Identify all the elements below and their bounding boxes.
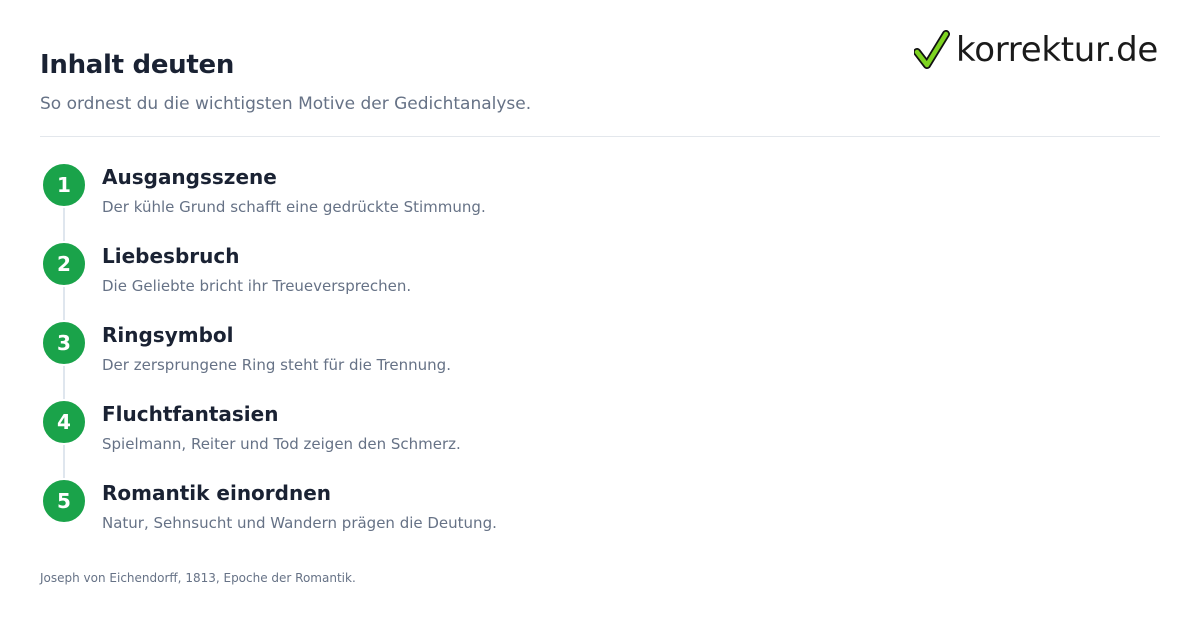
step-title: Liebesbruch [102,244,240,268]
page-subtitle: So ordnest du die wichtigsten Motive der… [40,94,532,114]
footnote: Joseph von Eichendorff, 1813, Epoche der… [40,571,356,585]
brand-logo[interactable]: korrektur.de [914,30,1158,70]
step-number-badge: 2 [41,241,87,287]
step-title: Romantik einordnen [102,481,332,505]
step-title: Fluchtfantasien [102,402,279,426]
step-description: Natur, Sehnsucht und Wandern prägen die … [102,514,497,532]
step-title: Ringsymbol [102,323,234,347]
checkmark-icon [914,30,951,69]
step-description: Der kühle Grund schafft eine gedrückte S… [102,198,486,216]
logo-text: korrektur.de [956,30,1158,70]
header-divider [40,136,1160,137]
step-number-badge: 3 [41,320,87,366]
step-title: Ausgangsszene [102,165,277,189]
step-item: 5 Romantik einordnen Natur, Sehnsucht un… [40,476,1040,546]
step-item: 4 Fluchtfantasien Spielmann, Reiter und … [40,397,1040,467]
step-item: 3 Ringsymbol Der zersprungene Ring steht… [40,318,1040,388]
step-number-badge: 5 [41,478,87,524]
step-number-badge: 1 [41,162,87,208]
step-number-badge: 4 [41,399,87,445]
page-title: Inhalt deuten [40,50,235,80]
step-description: Die Geliebte bricht ihr Treueversprechen… [102,277,412,295]
step-description: Spielmann, Reiter und Tod zeigen den Sch… [102,435,461,453]
step-item: 2 Liebesbruch Die Geliebte bricht ihr Tr… [40,239,1040,309]
step-description: Der zersprungene Ring steht für die Tren… [102,356,451,374]
step-item: 1 Ausgangsszene Der kühle Grund schafft … [40,160,1040,230]
